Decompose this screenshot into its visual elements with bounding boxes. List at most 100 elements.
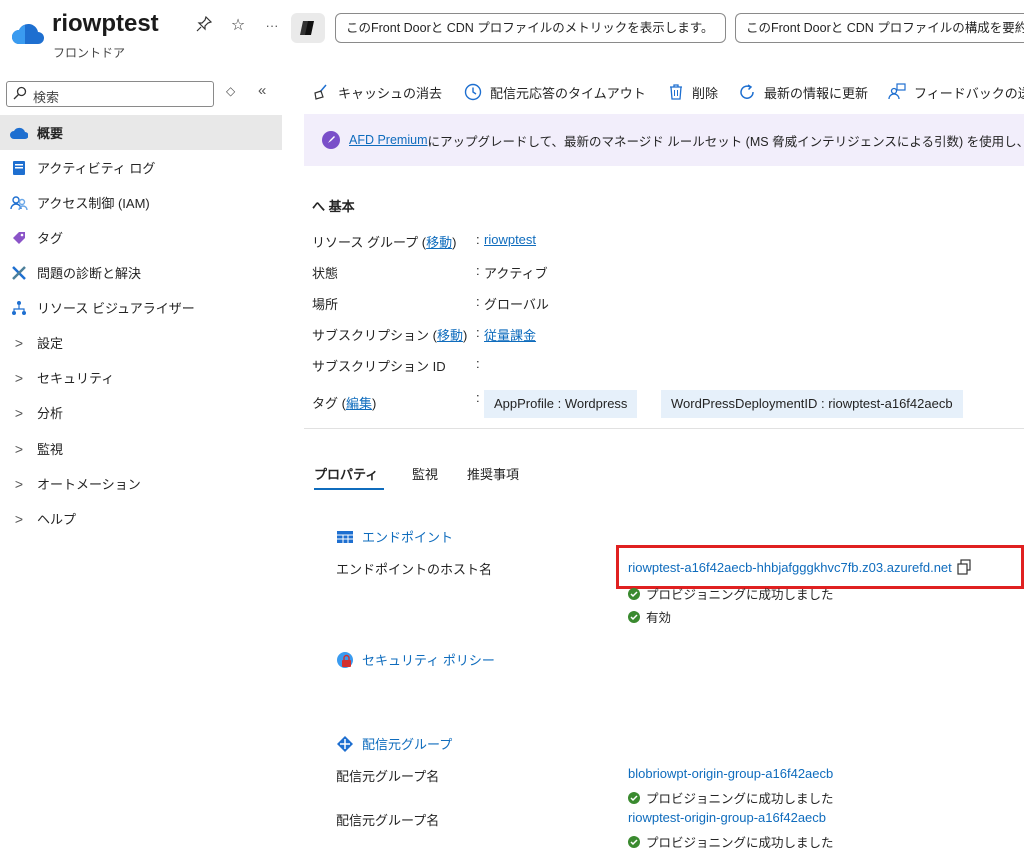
sidebar-item-tags[interactable]: タグ <box>0 220 282 255</box>
sidebar-item-label: オートメーション <box>37 477 141 492</box>
sidebar-item-analytics[interactable]: > 分析 <box>0 395 282 430</box>
chevron-right-icon: > <box>14 334 24 351</box>
tab-properties[interactable]: プロパティ <box>314 464 378 483</box>
colon: : <box>476 325 480 340</box>
security-policy-icon <box>337 651 353 668</box>
label-text: ) <box>371 396 377 411</box>
edit-tags-link[interactable]: 編集 <box>346 396 372 411</box>
cloud-icon <box>10 124 28 142</box>
sidebar-item-label: 問題の診断と解決 <box>37 266 142 281</box>
sidebar-item-label: 設定 <box>37 336 64 351</box>
sidebar-item-label: タグ <box>37 231 64 246</box>
success-check-icon <box>628 791 640 804</box>
status-text: 有効 <box>646 611 672 625</box>
essentials-toggle[interactable]: へ 基本 <box>312 196 355 215</box>
feedback-label: フィードバックの送 <box>914 85 1024 101</box>
origin-group-2-status: プロビジョニングに成功しました <box>628 832 834 851</box>
sidebar-item-label: 分析 <box>37 406 64 421</box>
colon: : <box>476 294 480 309</box>
origin-group-1-status: プロビジョニングに成功しました <box>628 788 834 807</box>
chevron-right-icon: > <box>14 404 24 421</box>
chevron-right-icon: > <box>14 369 24 386</box>
sidebar-item-label: 監視 <box>37 442 64 457</box>
sidebar-item-automation[interactable]: > オートメーション <box>0 466 282 501</box>
resource-group-label: リソース グループ (移動) <box>312 232 456 251</box>
success-check-icon <box>628 587 640 600</box>
expand-collapse-icon[interactable]: ◇ <box>226 84 235 98</box>
afd-premium-link[interactable]: AFD Premium <box>349 133 427 147</box>
copilot-icon <box>300 21 314 35</box>
sidebar-item-label: ヘルプ <box>37 512 77 527</box>
tab-recommendations[interactable]: 推奨事項 <box>467 464 519 483</box>
section-title: セキュリティ ポリシー <box>362 653 495 668</box>
copilot-prompt-metrics[interactable]: このFront Doorと CDN プロファイルのメトリックを表示します。 <box>335 13 726 43</box>
label-text: ) <box>462 328 468 343</box>
sidebar-item-activity-log[interactable]: アクティビティ ログ <box>0 150 282 185</box>
origin-group-name-label: 配信元グループ名 <box>336 769 440 784</box>
sidebar-item-iam[interactable]: アクセス制御 (IAM) <box>0 185 282 220</box>
security-policy-section-header: セキュリティ ポリシー <box>336 650 495 669</box>
refresh-button[interactable]: 最新の情報に更新 <box>738 78 868 106</box>
delete-label: 削除 <box>692 85 719 101</box>
more-options-icon[interactable]: ··· <box>262 16 282 36</box>
copilot-button[interactable] <box>291 13 325 43</box>
tag-chip-appprofile[interactable]: AppProfile : Wordpress <box>484 390 638 418</box>
hierarchy-icon <box>10 299 28 317</box>
pin-icon[interactable] <box>194 15 214 36</box>
endpoint-grid-icon <box>337 530 353 543</box>
label-text: タグ ( <box>312 396 346 411</box>
origin-group-link-1[interactable]: blobriowpt-origin-group-a16f42aecb <box>628 766 833 781</box>
essentials-divider <box>304 428 1024 429</box>
location-value: グローバル <box>484 297 549 312</box>
endpoint-highlight-box <box>616 545 1024 589</box>
feedback-button[interactable]: フィードバックの送 <box>888 78 1024 106</box>
resource-group-value-link[interactable]: riowptest <box>484 232 536 247</box>
origin-group-link-2[interactable]: riowptest-origin-group-a16f42aecb <box>628 810 826 825</box>
chevron-right-icon: > <box>14 510 24 527</box>
sidebar-item-security[interactable]: > セキュリティ <box>0 360 282 395</box>
origin-timeout-button[interactable]: 配信元応答のタイムアウト <box>464 78 646 106</box>
tag-chip-deployment-id[interactable]: WordPressDeploymentID : riowptest-a16f42… <box>661 390 963 418</box>
active-tab-indicator <box>314 488 384 490</box>
move-subscription-link[interactable]: 移動 <box>437 328 463 343</box>
rocket-icon <box>322 131 340 149</box>
section-title: エンドポイント <box>362 530 454 545</box>
sidebar-item-help[interactable]: > ヘルプ <box>0 501 282 536</box>
origin-group-name-label: 配信元グループ名 <box>336 813 440 828</box>
purge-cache-button[interactable]: キャッシュの消去 <box>312 78 442 106</box>
colon: : <box>476 356 480 371</box>
overview-content: キャッシュの消去 配信元応答のタイムアウト 削除 最新の情報に更新 フィードバッ… <box>304 64 1024 853</box>
sidebar-item-monitoring[interactable]: > 監視 <box>0 431 282 466</box>
sidebar-item-diagnose[interactable]: 問題の診断と解決 <box>0 255 282 290</box>
resource-header: riowptest フロントドア ☆ ··· このFront Doorと CDN… <box>0 0 1024 64</box>
sidebar-item-resource-visualizer[interactable]: リソース ビジュアライザー <box>0 290 282 325</box>
menu-search-input[interactable]: 検索 <box>6 81 214 107</box>
endpoint-provisioning-status: プロビジョニングに成功しました <box>628 584 834 603</box>
command-bar: キャッシュの消去 配信元応答のタイムアウト 削除 最新の情報に更新 フィードバッ… <box>304 78 1024 106</box>
success-check-icon <box>628 835 640 848</box>
subscription-label: サブスクリプション (移動) <box>312 325 467 344</box>
sidebar-item-label: 概要 <box>37 126 64 141</box>
sidebar-item-settings[interactable]: > 設定 <box>0 325 282 360</box>
section-title: 配信元グループ <box>362 737 453 752</box>
tab-monitoring[interactable]: 監視 <box>412 464 438 483</box>
subscription-value-link[interactable]: 従量課金 <box>484 325 536 344</box>
sidebar-item-overview[interactable]: 概要 <box>0 115 282 150</box>
collapse-sidebar-icon[interactable]: « <box>258 82 266 99</box>
subscription-id-label: サブスクリプション ID <box>312 359 446 374</box>
sidebar-item-label: アクティビティ ログ <box>37 161 156 176</box>
refresh-icon <box>740 84 754 99</box>
colon: : <box>476 263 480 278</box>
tag-icon <box>10 229 28 247</box>
move-resource-group-link[interactable]: 移動 <box>426 235 452 250</box>
people-icon <box>10 194 28 212</box>
origin-group-icon <box>337 735 353 752</box>
resource-type-subtitle: フロントドア <box>53 46 126 60</box>
endpoint-section-header: エンドポイント <box>336 527 453 546</box>
copilot-prompt-summary[interactable]: このFront Doorと CDN プロファイルの構成を要約 <box>735 13 1024 43</box>
delete-button[interactable]: 削除 <box>668 78 718 106</box>
refresh-label: 最新の情報に更新 <box>764 85 869 101</box>
success-check-icon <box>628 610 640 623</box>
chevron-right-icon: > <box>14 475 24 492</box>
favorite-star-icon[interactable]: ☆ <box>228 16 248 36</box>
